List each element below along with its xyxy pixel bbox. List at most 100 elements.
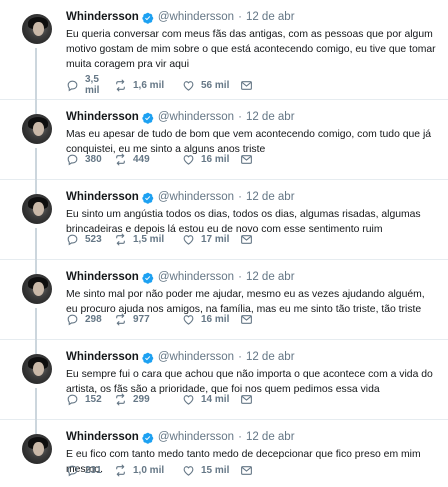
direct-message-button[interactable] (240, 464, 260, 477)
reply-icon (66, 79, 85, 92)
avatar[interactable] (22, 434, 52, 464)
like-button[interactable]: 15 mil (182, 464, 240, 477)
like-count: 16 mil (201, 314, 230, 325)
separator-dot: · (238, 431, 242, 443)
like-button[interactable]: 14 mil (182, 393, 240, 406)
like-icon (182, 153, 201, 166)
tweet-timestamp[interactable]: 12 de abr (246, 270, 295, 285)
thread-connector-line (35, 260, 37, 272)
tweet-actions: 380 449 16 mil (66, 153, 260, 166)
author-name[interactable]: Whindersson (66, 110, 139, 125)
tweet[interactable]: Whindersson @whindersson · 12 de abr Eu … (0, 180, 448, 274)
reply-button[interactable]: 380 (66, 153, 114, 166)
avatar[interactable] (22, 194, 52, 224)
tweet[interactable]: Whindersson @whindersson · 12 de abr Eu … (0, 340, 448, 434)
like-count: 15 mil (201, 465, 230, 476)
dm-icon (240, 153, 259, 166)
tweet-content: Whindersson @whindersson · 12 de abr Mas… (66, 110, 440, 157)
retweet-button[interactable]: 1,0 mil (114, 464, 182, 477)
tweet[interactable]: Whindersson @whindersson · 12 de abr E e… (0, 420, 448, 487)
author-handle[interactable]: @whindersson (158, 430, 234, 445)
reply-count: 152 (85, 394, 102, 405)
tweet[interactable]: Whindersson @whindersson · 12 de abr Me … (0, 260, 448, 354)
direct-message-button[interactable] (240, 153, 260, 166)
tweet-actions: 3,5 mil 1,6 mil 56 mil (66, 74, 260, 96)
thread-connector-line (35, 420, 37, 432)
author-name[interactable]: Whindersson (66, 190, 139, 205)
retweet-button[interactable]: 977 (114, 313, 182, 326)
author-handle[interactable]: @whindersson (158, 110, 234, 125)
author-handle[interactable]: @whindersson (158, 270, 234, 285)
like-button[interactable]: 17 mil (182, 233, 240, 246)
dm-icon (240, 313, 259, 326)
tweet-timestamp[interactable]: 12 de abr (246, 190, 295, 205)
like-icon (182, 79, 201, 92)
reply-button[interactable]: 298 (66, 313, 114, 326)
avatar[interactable] (22, 114, 52, 144)
tweet-actions: 231 1,0 mil 15 mil (66, 464, 260, 477)
retweet-count: 1,6 mil (133, 79, 165, 91)
author-handle[interactable]: @whindersson (158, 10, 234, 25)
reply-count: 298 (85, 314, 102, 325)
retweet-button[interactable]: 299 (114, 393, 182, 406)
tweet-content: Whindersson @whindersson · 12 de abr Me … (66, 270, 440, 317)
reply-count: 380 (85, 154, 102, 165)
like-count: 56 mil (201, 79, 230, 91)
dm-icon (240, 79, 259, 92)
like-icon (182, 464, 201, 477)
like-button[interactable]: 16 mil (182, 153, 240, 166)
author-name[interactable]: Whindersson (66, 10, 139, 25)
tweet[interactable]: Whindersson @whindersson · 12 de abr Mas… (0, 100, 448, 194)
like-icon (182, 393, 201, 406)
avatar-face (33, 22, 44, 36)
verified-icon (142, 272, 154, 284)
author-name[interactable]: Whindersson (66, 270, 139, 285)
author-handle[interactable]: @whindersson (158, 190, 234, 205)
reply-button[interactable]: 523 (66, 233, 114, 246)
direct-message-button[interactable] (240, 79, 260, 92)
verified-icon (142, 112, 154, 124)
avatar[interactable] (22, 354, 52, 384)
retweet-icon (114, 79, 133, 92)
tweet-timestamp[interactable]: 12 de abr (246, 110, 295, 125)
like-count: 17 mil (201, 234, 230, 245)
retweet-count: 1,0 mil (133, 465, 165, 476)
avatar-face (33, 362, 44, 376)
reply-count: 523 (85, 234, 102, 245)
tweet-timestamp[interactable]: 12 de abr (246, 350, 295, 365)
tweet-header: Whindersson @whindersson · 12 de abr (66, 350, 440, 365)
like-button[interactable]: 56 mil (182, 79, 240, 92)
reply-button[interactable]: 231 (66, 464, 114, 477)
like-icon (182, 233, 201, 246)
avatar[interactable] (22, 274, 52, 304)
author-name[interactable]: Whindersson (66, 350, 139, 365)
tweet-actions: 152 299 14 mil (66, 393, 260, 406)
retweet-icon (114, 464, 133, 477)
retweet-icon (114, 153, 133, 166)
reply-icon (66, 313, 85, 326)
verified-icon (142, 12, 154, 24)
reply-button[interactable]: 3,5 mil (66, 74, 114, 96)
direct-message-button[interactable] (240, 233, 260, 246)
tweet[interactable]: Whindersson @whindersson · 12 de abr Eu … (0, 0, 448, 114)
retweet-button[interactable]: 1,6 mil (114, 79, 182, 92)
dm-icon (240, 233, 259, 246)
thread-connector-line (35, 100, 37, 112)
tweet-content: Whindersson @whindersson · 12 de abr Eu … (66, 10, 440, 72)
tweet-content: Whindersson @whindersson · 12 de abr Eu … (66, 350, 440, 397)
tweet-timestamp[interactable]: 12 de abr (246, 10, 295, 25)
separator-dot: · (238, 11, 242, 23)
like-button[interactable]: 16 mil (182, 313, 240, 326)
reply-icon (66, 153, 85, 166)
direct-message-button[interactable] (240, 393, 260, 406)
reply-button[interactable]: 152 (66, 393, 114, 406)
dm-icon (240, 393, 259, 406)
avatar[interactable] (22, 14, 52, 44)
author-handle[interactable]: @whindersson (158, 350, 234, 365)
tweet-thread: Whindersson @whindersson · 12 de abr Eu … (0, 0, 448, 487)
retweet-button[interactable]: 1,5 mil (114, 233, 182, 246)
author-name[interactable]: Whindersson (66, 430, 139, 445)
direct-message-button[interactable] (240, 313, 260, 326)
tweet-timestamp[interactable]: 12 de abr (246, 430, 295, 445)
retweet-button[interactable]: 449 (114, 153, 182, 166)
